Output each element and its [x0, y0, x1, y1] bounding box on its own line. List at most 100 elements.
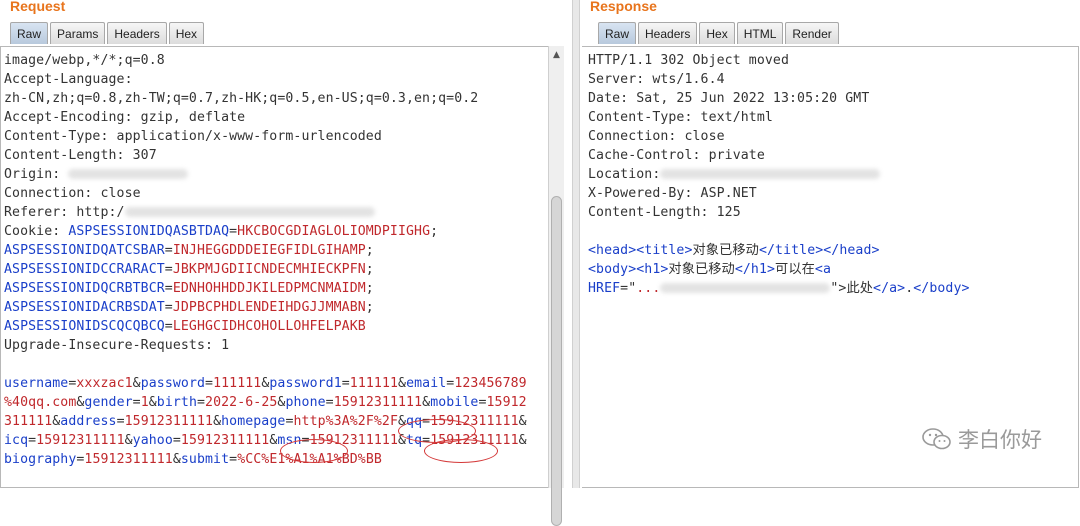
param-value: 15912311111 [36, 433, 125, 448]
param-name: homepage [221, 414, 286, 429]
request-line: image/webp,*/*;q=0.8 [4, 51, 527, 70]
param-value: http%3A%2F%2F [293, 414, 398, 429]
html-tag: <head><title> [588, 243, 693, 258]
cookie-value: LEGHGCIDHCOHOLLOHFELPAKB [172, 319, 366, 334]
request-line: Upgrade-Insecure-Requests: 1 [4, 336, 527, 355]
tab-raw[interactable]: Raw [10, 22, 49, 44]
separator: ; [430, 224, 439, 239]
watermark: 李白你好 [922, 424, 1042, 454]
header-text: Cookie: [4, 224, 69, 239]
request-line: Cookie: ASPSESSIONIDQASBTDAQ=HKCBOCGDIAG… [4, 222, 527, 241]
response-line: Location: [588, 165, 970, 184]
param-name: username [4, 376, 69, 391]
separator: & [124, 433, 133, 448]
request-tabbar: Raw Params Headers Hex [10, 22, 205, 46]
param-value: 111111 [349, 376, 399, 391]
param-name: phone [285, 395, 326, 410]
redacted-text [660, 283, 831, 293]
request-editor[interactable]: image/webp,*/*;q=0.8 Accept-Language: zh-C… [0, 46, 550, 488]
separator: = [164, 262, 173, 277]
param-name: password [140, 376, 206, 391]
tab-hex[interactable]: Hex [168, 22, 205, 44]
request-line: Origin: [4, 165, 527, 184]
response-line: HTTP/1.1 302 Object moved [588, 51, 970, 70]
header-text: Date: Sat, 25 Jun 2022 13:05:20 GMT [588, 91, 870, 106]
request-line: ASPSESSIONIDCCRARACT=JBKPMJGDIICNDECMHIE… [4, 260, 527, 279]
cookie-value: JBKPMJGDIICNDECMHIECKPFN [172, 262, 366, 277]
request-line: ASPSESSIONIDQCRBTBCR=EDNHOHHDDJKILEDPMCN… [4, 279, 527, 298]
html-tag: <body><h1> [588, 262, 669, 277]
tab-headers[interactable]: Headers [638, 22, 698, 44]
response-line: Connection: close [588, 127, 970, 146]
response-title: Response [590, 0, 657, 14]
header-text: Origin: [4, 167, 69, 182]
html-text: =" [620, 281, 637, 296]
param-value: %40qq.com [4, 395, 77, 410]
separator: ; [365, 243, 374, 258]
param-name: address [60, 414, 117, 429]
scroll-up-icon[interactable]: ▲ [551, 50, 562, 61]
response-text: HTTP/1.1 302 Object moved Server: wts/1.6… [588, 51, 970, 298]
cookie-name: ASPSESSIONIDCCRARACT [4, 262, 165, 277]
response-line: Date: Sat, 25 Jun 2022 13:05:20 GMT [588, 89, 970, 108]
response-line: Content-Length: 125 [588, 203, 970, 222]
tab-hex[interactable]: Hex [699, 22, 735, 44]
request-line: zh-CN,zh;q=0.8,zh-TW;q=0.7,zh-HK;q=0.5,e… [4, 89, 527, 108]
separator: = [325, 395, 334, 410]
request-line: Connection: close [4, 184, 527, 203]
tab-headers[interactable]: Headers [107, 22, 167, 44]
request-line: ASPSESSIONIDACRBSDAT=JDPBCPHDLENDEIHDGJJ… [4, 298, 527, 317]
tab-params[interactable]: Params [50, 22, 106, 44]
cookie-name: ASPSESSIONIDACRBSDAT [4, 300, 165, 315]
request-line: Content-Length: 307 [4, 146, 527, 165]
param-name: gender [84, 395, 133, 410]
header-text: Content-Type: application/x-www-form-url… [4, 129, 382, 144]
param-value: 123456789 [454, 376, 527, 391]
separator: & [422, 395, 431, 410]
html-tag: HREF [588, 281, 621, 296]
tab-html[interactable]: HTML [736, 22, 784, 44]
param-name: birth [156, 395, 197, 410]
request-line: Referer: http:/ [4, 203, 527, 222]
html-text: ">此处 [830, 281, 874, 296]
param-name: submit [180, 452, 230, 467]
request-line: Content-Type: application/x-www-form-url… [4, 127, 527, 146]
separator: = [164, 319, 173, 334]
cookie-value: INJHEGGDDDEIEGFIDLGIHAMP [172, 243, 366, 258]
response-tabbar: Raw Headers Hex HTML Render [598, 22, 839, 46]
header-text: Accept-Language: [4, 72, 133, 87]
separator: = [164, 300, 173, 315]
request-title: Request [10, 0, 66, 14]
separator: ; [365, 281, 374, 296]
param-value: 15912311111 [84, 452, 173, 467]
request-scrollbar[interactable]: ▲ [548, 46, 564, 526]
request-scroll-thumb[interactable] [551, 196, 562, 526]
cookie-value: JDPBCPHDLENDEIHDGJJMMABN [172, 300, 366, 315]
tab-render[interactable]: Render [785, 22, 839, 44]
tab-raw[interactable]: Raw [598, 22, 637, 44]
request-line: Accept-Language: [4, 70, 527, 89]
html-tag: </title></head> [758, 243, 880, 258]
header-text: Location: [588, 167, 661, 182]
request-pane: Request Raw Params Headers Hex image/web… [0, 0, 572, 526]
header-text: Server: wts/1.6.4 [588, 72, 725, 87]
response-line: Server: wts/1.6.4 [588, 70, 970, 89]
html-text: 对象已移动 [692, 243, 759, 258]
separator: & [213, 414, 222, 429]
cookie-name: ASPSESSIONIDQATCSBAR [4, 243, 165, 258]
response-editor[interactable]: HTTP/1.1 302 Object moved Server: wts/1.6… [582, 46, 1079, 488]
html-tag: </a> [873, 281, 906, 296]
header-text: Content-Length: 307 [4, 148, 157, 163]
separator: = [172, 433, 181, 448]
pane-splitter[interactable] [572, 0, 580, 488]
separator: = [229, 224, 238, 239]
html-tag: </h1> [734, 262, 776, 277]
html-text: 对象已移动 [668, 262, 735, 277]
separator: = [164, 243, 173, 258]
wechat-icon [922, 428, 951, 450]
separator: = [229, 452, 238, 467]
watermark-text: 李白你好 [958, 428, 1042, 452]
mobile-highlight-circle [424, 439, 498, 463]
header-text: zh-CN,zh;q=0.8,zh-TW;q=0.7,zh-HK;q=0.5,e… [4, 91, 479, 106]
